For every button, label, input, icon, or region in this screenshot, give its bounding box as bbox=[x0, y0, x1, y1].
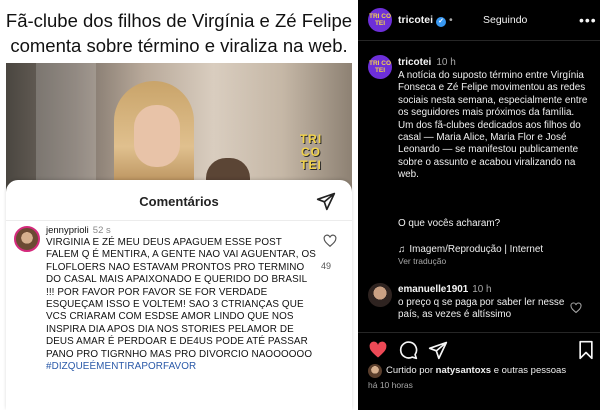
couple-photo bbox=[6, 63, 352, 193]
caption-header: tricotei 10 h bbox=[398, 57, 456, 68]
reply-username[interactable]: emanuelle1901 bbox=[398, 284, 468, 295]
divider bbox=[358, 40, 600, 41]
comment-header: jennyprioli 52 s bbox=[46, 225, 111, 236]
liked-by-text: Curtido por natysantoxs e outras pessoas bbox=[386, 365, 566, 376]
comment-hashtag[interactable]: #DIZQUEÉMENTIRAPORFAVOR bbox=[46, 361, 196, 372]
comment-like-count: 49 bbox=[321, 261, 332, 271]
caption-time: 10 h bbox=[436, 57, 456, 68]
reply-time: 10 h bbox=[472, 284, 492, 295]
avatar[interactable] bbox=[368, 283, 392, 307]
comment-bubble-icon[interactable] bbox=[398, 340, 418, 360]
liked-suffix[interactable]: e outras pessoas bbox=[491, 365, 566, 376]
follow-status-button[interactable]: Seguindo bbox=[483, 14, 527, 26]
send-icon[interactable] bbox=[316, 191, 336, 211]
more-options-icon[interactable]: ••• bbox=[579, 12, 597, 28]
username-link[interactable]: tricotei bbox=[398, 14, 433, 26]
header-username: tricotei ✓ • bbox=[398, 14, 456, 27]
bookmark-icon[interactable] bbox=[576, 340, 596, 360]
post-image: Fã-clube dos filhos de Virgínia e Zé Fel… bbox=[0, 0, 358, 410]
comments-title: Comentários bbox=[139, 194, 219, 209]
comment-text: VIRGINIA E ZÉ MEU DEUS APAGUEM ESSE POST… bbox=[46, 237, 316, 373]
avatar[interactable] bbox=[14, 226, 40, 252]
post-headline: Fã-clube dos filhos de Virgínia e Zé Fel… bbox=[5, 10, 353, 56]
reply-header: emanuelle1901 10 h bbox=[398, 284, 492, 295]
post-age: há 10 horas bbox=[368, 380, 413, 390]
audio-credit[interactable]: ♫ Imagem/Reprodução | Internet bbox=[398, 244, 543, 255]
avatar[interactable]: TRI CO TEI bbox=[368, 55, 392, 79]
caption-text: A notícia do suposto término entre Virgí… bbox=[398, 70, 588, 181]
comments-sheet: Comentários jennyprioli 52 s VIRGINIA E Z… bbox=[6, 180, 352, 410]
divider bbox=[358, 332, 600, 333]
avatar[interactable]: TRI CO TEI bbox=[368, 8, 392, 32]
see-translation-link[interactable]: Ver tradução bbox=[398, 256, 446, 266]
music-note-icon: ♫ bbox=[398, 244, 406, 255]
caption-question: O que vocês acharam? bbox=[398, 218, 501, 229]
verified-badge-icon: ✓ bbox=[436, 17, 447, 27]
comment-time: 52 s bbox=[92, 225, 111, 236]
comment-username[interactable]: jennyprioli bbox=[46, 225, 89, 236]
instagram-post-panel: TRI CO TEI tricotei ✓ • Seguindo ••• TRI C… bbox=[358, 0, 600, 410]
audio-label: Imagem/Reprodução | Internet bbox=[409, 244, 544, 255]
heart-outline-icon[interactable] bbox=[570, 302, 582, 314]
heart-outline-icon[interactable] bbox=[323, 234, 337, 248]
liked-user-link[interactable]: natysantoxs bbox=[436, 365, 491, 376]
heart-filled-icon[interactable] bbox=[368, 340, 388, 360]
separator: • bbox=[449, 14, 453, 26]
avatar[interactable] bbox=[368, 364, 382, 378]
caption-username[interactable]: tricotei bbox=[398, 57, 431, 68]
divider bbox=[6, 220, 352, 221]
liked-prefix: Curtido por bbox=[386, 365, 436, 376]
tricotei-logo: TRI CO TEI bbox=[299, 132, 323, 172]
paper-plane-icon[interactable] bbox=[428, 340, 448, 360]
comment-body: VIRGINIA E ZÉ MEU DEUS APAGUEM ESSE POST… bbox=[46, 237, 316, 360]
reply-text: o preço q se paga por saber ler nesse pa… bbox=[398, 297, 565, 321]
